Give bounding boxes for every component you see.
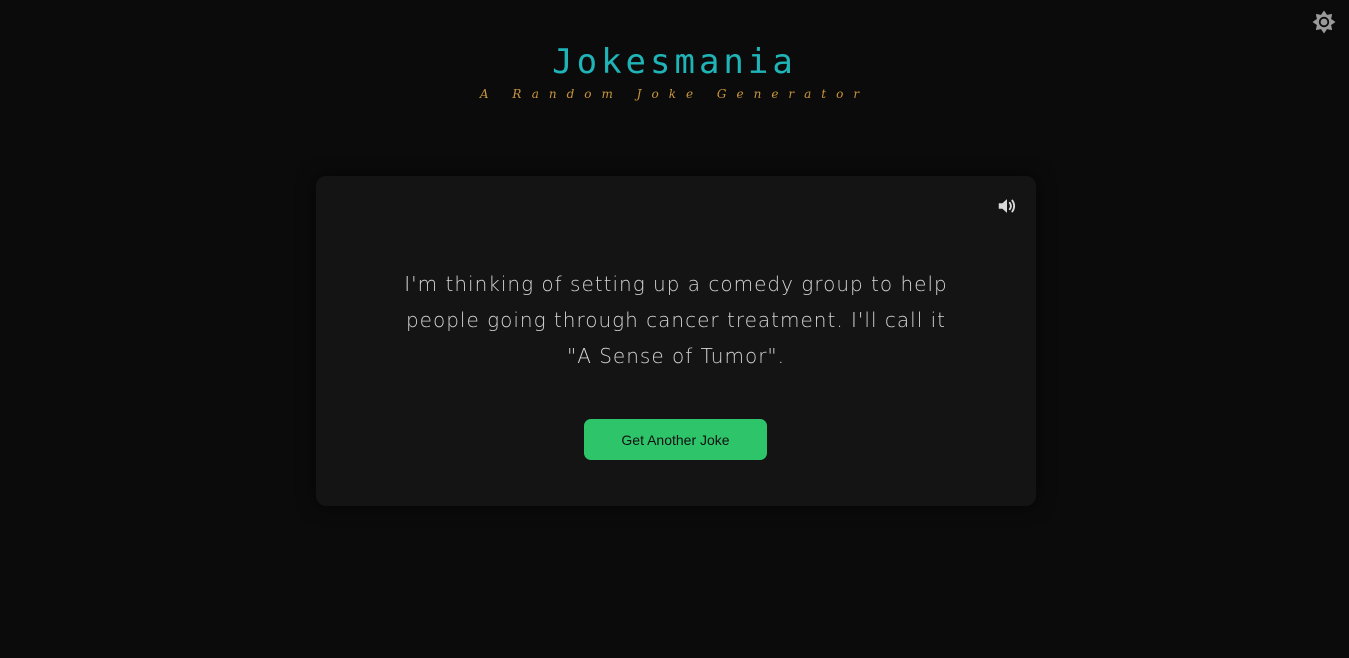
header: Jokesmania A Random Joke Generator xyxy=(0,40,1349,102)
theme-toggle-button[interactable] xyxy=(1311,9,1337,35)
app-subtitle: A Random Joke Generator xyxy=(479,87,870,101)
speaker-icon xyxy=(998,199,1016,213)
sun-icon xyxy=(1312,10,1336,34)
joke-text: I'm thinking of setting up a comedy grou… xyxy=(404,272,948,368)
speak-joke-button[interactable] xyxy=(996,195,1018,217)
page: Jokesmania A Random Joke Generator I'm t… xyxy=(0,0,1349,658)
joke-card: I'm thinking of setting up a comedy grou… xyxy=(316,176,1036,506)
app-title: Jokesmania xyxy=(552,42,797,82)
get-another-joke-button[interactable]: Get Another Joke xyxy=(584,419,767,460)
